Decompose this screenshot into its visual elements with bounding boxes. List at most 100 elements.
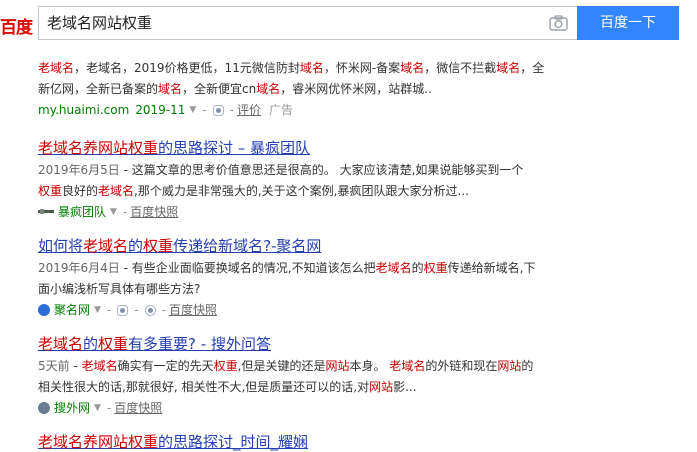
ad-date: 2019-11 [135,103,186,117]
result-source[interactable]: 聚名网 [54,300,90,320]
highlight: 网站 [325,359,350,373]
text: - 这篇文章的思考价值意思还是很高的。 大家应该清楚,如果说能够买到一个 [119,163,524,177]
search-result: 老域名养网站权重的思路探讨 – 暴疯团队 2019年6月5日 - 这篇文章的思考… [38,138,688,222]
highlight: 域名 [158,82,183,96]
highlight: 权重 [143,237,174,255]
text: 本身。 [349,359,390,373]
baidu-logo[interactable]: 百度 [0,13,33,38]
ad-tag: 广告 [269,103,294,117]
result-abstract: 2019年6月5日 - 这篇文章的思考价值意思还是很高的。 大家应该清楚,如果说… [38,160,688,202]
result-source-line: 搜外网 ▼ - 百度快照 [38,398,688,418]
text: 如何将 [38,237,84,255]
snapshot-link[interactable]: 百度快照 [114,398,162,418]
text: ，微信不拦截 [424,61,497,75]
separator: - [106,401,112,415]
text: - 有些企业面临要换域名的情况,不知道该怎么把 [119,261,376,275]
text: 传递给新域名?-聚名网 [173,237,322,255]
verified-badge-icon[interactable] [212,104,224,116]
chevron-down-icon[interactable]: ▼ [94,300,101,320]
text: 的 [128,237,144,255]
text: 确实有一定的先天 [117,359,214,373]
search-result: 老域名养网站权重的思路探讨_时间_耀娴 [38,432,688,452]
result-date: 2019年6月4日 [38,261,120,275]
trust-badge-icon[interactable] [144,304,156,316]
snapshot-link[interactable]: 百度快照 [169,300,217,320]
site-favicon-icon [38,209,54,214]
result-date: 2019年6月5日 [38,163,120,177]
search-button[interactable]: 百度一下 [577,6,679,40]
highlight: 域名 [400,61,425,75]
text: 相关性很大的话,那就很好, 相关性不大,但是质量还可以的话,对 [38,380,370,394]
highlight: 权重 [98,335,129,353]
highlight: 权重 [38,184,63,198]
highlight: 老域名 [389,359,426,373]
highlight: 老域名 [375,261,412,275]
snapshot-link[interactable]: 百度快照 [130,202,178,222]
highlight: 老域名 [38,61,75,75]
chevron-down-icon[interactable]: ▼ [94,398,101,418]
text: ，全 [520,61,545,75]
ad-source-line: my.huaimi.com 2019-11 ▼ - - 评价 广告 [38,100,688,120]
text: ，睿米网优怀米网，站群城.. [280,82,432,96]
result-title[interactable]: 老域名的权重有多重要? - 搜外问答 [38,334,688,354]
search-input[interactable] [47,7,537,39]
chevron-down-icon[interactable]: ▼ [189,100,196,120]
result-source[interactable]: 暴疯团队 [58,202,106,222]
text: 的思路探讨 – 暴疯团队 [158,139,311,157]
separator: - [122,205,128,219]
text: ,但是关键的还是 [237,359,326,373]
highlight: 老域名养网站权重 [38,139,159,157]
highlight: 老域名 [98,184,135,198]
site-favicon-icon [38,304,50,316]
ad-result: 老域名，老域名，2019价格更低，11元微信防封域名，怀米网-备案域名，微信不拦… [38,58,688,120]
result-source-line: 聚名网 ▼ - - - 百度快照 [38,300,688,320]
result-title[interactable]: 老域名养网站权重的思路探讨_时间_耀娴 [38,432,688,452]
verified-badge-icon[interactable] [117,304,129,316]
highlight: 网站 [497,359,522,373]
search-box[interactable] [38,6,577,40]
text: 面小编浅析写具体有哪些方法? [38,282,201,296]
text: ，怀米网-备案 [323,61,401,75]
text: 良好的 [62,184,99,198]
ad-abstract-line1: 老域名，老域名，2019价格更低，11元微信防封域名，怀米网-备案域名，微信不拦… [38,58,688,79]
camera-icon[interactable] [549,15,568,31]
separator: - [134,303,139,317]
separator: - [161,303,166,317]
text: 的 [83,335,99,353]
highlight: 老域名 [81,359,118,373]
text: ，老域名，2019价格更低，11元微信防封 [74,61,300,75]
highlight: 网站 [369,380,394,394]
highlight: 域名 [299,61,324,75]
result-source-line: 暴疯团队 ▼ - 百度快照 [38,202,688,222]
separator: - [229,103,235,117]
separator: - [202,103,207,117]
search-header: 百度 百度一下 [0,0,697,48]
text: 的外链和现在 [425,359,498,373]
site-favicon-icon [38,402,50,414]
text: 的思路探讨_时间_耀娴 [158,433,309,451]
text: 新亿网，全新已备案的 [38,82,159,96]
search-result: 如何将老域名的权重传递给新域名?-聚名网 2019年6月4日 - 有些企业面临要… [38,236,688,320]
result-source[interactable]: 搜外网 [54,398,90,418]
ad-abstract-line2: 新亿网，全新已备案的域名，全新便宜cn域名，睿米网优怀米网，站群城.. [38,79,688,100]
text: 传递给新域名,下 [447,261,536,275]
text: ，全新便宜cn [182,82,257,96]
highlight: 域名 [256,82,281,96]
result-abstract: 5天前 - 老域名确实有一定的先天权重,但是关键的还是网站本身。 老域名的外链和… [38,356,688,398]
highlight: 老域名 [83,237,129,255]
text: 有多重要? - 搜外问答 [128,335,271,353]
text: 的 [521,359,534,373]
ad-url[interactable]: my.huaimi.com [38,100,129,120]
search-result: 老域名的权重有多重要? - 搜外问答 5天前 - 老域名确实有一定的先天权重,但… [38,334,688,418]
highlight: 权重 [213,359,238,373]
text: ,那个威力是非常强大的,关于这个案例,暴疯团队跟大家分析过... [134,184,469,198]
review-link[interactable]: 评价 [237,100,261,120]
result-title[interactable]: 老域名养网站权重的思路探讨 – 暴疯团队 [38,138,688,158]
separator: - [106,303,112,317]
result-abstract: 2019年6月4日 - 有些企业面临要换域名的情况,不知道该怎么把老域名的权重传… [38,258,688,300]
highlight: 老域名 [38,335,84,353]
chevron-down-icon[interactable]: ▼ [110,202,117,222]
result-title[interactable]: 如何将老域名的权重传递给新域名?-聚名网 [38,236,688,256]
text: 的 [411,261,424,275]
text: 影... [393,380,417,394]
